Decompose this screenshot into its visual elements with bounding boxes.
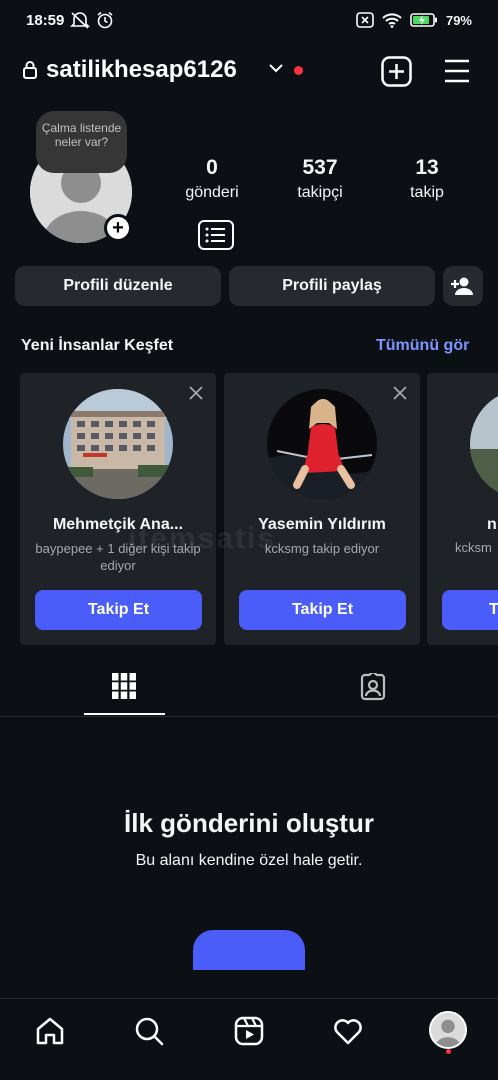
profile-username[interactable]: satilikhesap6126 [46, 56, 237, 84]
status-right: 79% [356, 12, 472, 28]
edit-profile-button[interactable]: Profili düzenle [15, 266, 221, 306]
posts-count: 0 [206, 156, 218, 179]
discover-title: Yeni İnsanlar Keşfet [21, 337, 174, 354]
profile-avatar-icon [431, 1013, 465, 1047]
tab-divider [0, 716, 498, 717]
empty-state-subtitle: Bu alanı kendine özel hale getir. [135, 852, 363, 869]
chevron-down-icon[interactable] [268, 62, 284, 74]
nav-reels[interactable] [233, 1015, 265, 1047]
muted-bell-icon [70, 12, 90, 29]
watermark: itemsatis [128, 522, 277, 555]
bottom-nav [0, 998, 498, 1080]
follow-button[interactable]: Takip Et [35, 590, 202, 630]
grid-icon[interactable] [112, 673, 136, 699]
person-avatar[interactable] [267, 389, 377, 499]
create-post-icon[interactable] [381, 56, 412, 87]
empty-state-title: İlk gönderini oluştur [124, 808, 374, 838]
wifi-icon [382, 13, 402, 28]
search-icon [135, 1017, 164, 1046]
note-bubble[interactable]: Çalma listende neler var? [36, 111, 127, 173]
active-tab-indicator [84, 713, 165, 715]
add-story-icon[interactable]: + [104, 214, 132, 242]
no-sim-icon [356, 12, 374, 28]
nav-activity[interactable] [332, 1015, 364, 1047]
list-icon[interactable] [198, 220, 234, 250]
close-icon[interactable] [188, 385, 204, 401]
battery-charging-icon [410, 13, 437, 27]
nav-home[interactable] [34, 1015, 66, 1047]
battery-percent: 79% [445, 12, 472, 28]
profile-notification-dot [446, 1049, 451, 1054]
suggestion-card: Yasemin Yıldırım kcksmg takip ediyor Tak… [224, 373, 420, 645]
see-all-link[interactable]: Tümünü gör [376, 337, 469, 355]
nav-search[interactable] [133, 1015, 165, 1047]
heart-icon [334, 1019, 362, 1045]
share-profile-button[interactable]: Profili paylaş [229, 266, 435, 306]
building-avatar[interactable] [63, 389, 173, 499]
followers-label[interactable]: takipçi [270, 184, 370, 202]
notification-dot [294, 66, 303, 75]
create-post-button[interactable] [193, 930, 305, 970]
follow-button[interactable]: T [442, 590, 498, 630]
alarm-icon [97, 11, 113, 29]
suggestion-subtitle: kcksm [455, 540, 492, 555]
suggestion-card: n kcksm T [427, 373, 498, 645]
partial-avatar[interactable] [470, 389, 498, 499]
status-icons-left [70, 11, 114, 29]
following-count[interactable]: 13 [377, 156, 477, 180]
menu-icon[interactable] [443, 58, 471, 84]
posts-label: gönderi [185, 184, 239, 201]
lock-icon [23, 61, 37, 79]
status-time: 18:59 [26, 12, 65, 29]
followers-count[interactable]: 537 [270, 156, 370, 180]
follow-button[interactable]: Takip Et [239, 590, 406, 630]
tagged-icon[interactable] [359, 673, 387, 701]
suggestion-name[interactable]: n [487, 516, 497, 534]
following-label[interactable]: takip [377, 184, 477, 202]
close-icon[interactable] [392, 385, 408, 401]
suggestion-card: Mehmetçik Ana... baypepee + 1 diğer kişi… [20, 373, 216, 645]
discover-people-button[interactable] [443, 266, 483, 306]
home-icon [36, 1017, 64, 1045]
reels-icon [234, 1016, 264, 1046]
nav-profile[interactable] [429, 1011, 467, 1049]
add-person-icon [451, 277, 473, 295]
